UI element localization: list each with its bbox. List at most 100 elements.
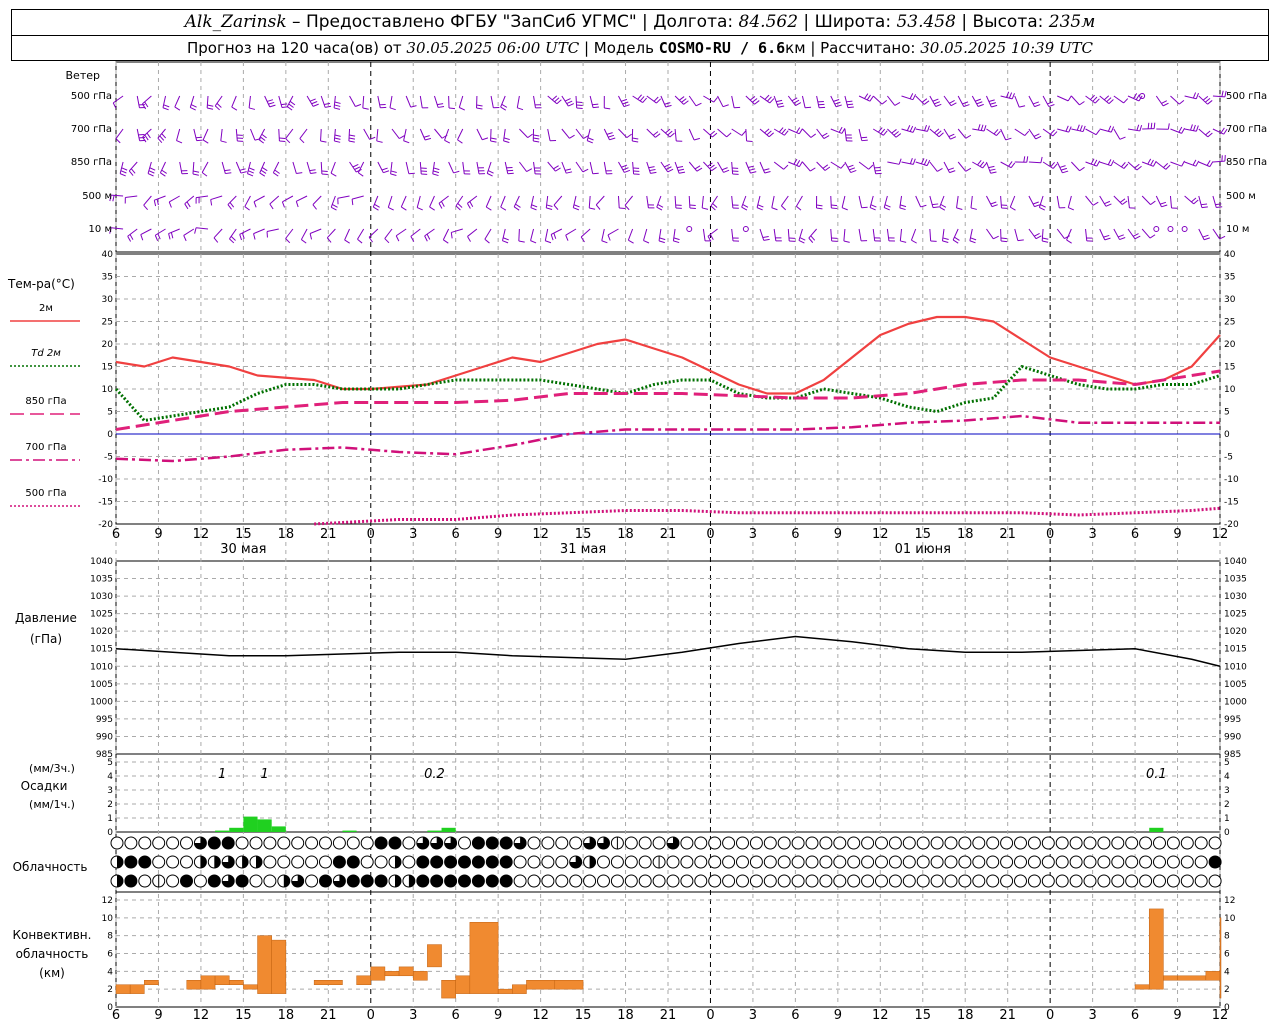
wind-barb-feather	[1019, 105, 1026, 108]
wind-barb-feather	[1034, 104, 1041, 108]
wind-barb	[1212, 160, 1225, 163]
wind-barb	[707, 228, 718, 237]
cloud-symbol	[499, 836, 513, 850]
wind-barb-feather	[183, 235, 187, 242]
wind-barb-feather	[656, 98, 662, 104]
wind-barb-feather	[831, 204, 838, 207]
wind-barb	[410, 228, 421, 237]
wind-barb	[929, 195, 934, 208]
wind-barb-feather	[642, 97, 648, 103]
wind-barb-feather	[162, 107, 169, 111]
wind-barb-feather	[1221, 90, 1224, 97]
wind-barb	[1028, 95, 1035, 107]
wind-barb-feather	[1191, 197, 1197, 203]
cloud-symbol	[916, 874, 930, 888]
wind-barb	[285, 128, 294, 139]
cloud-symbol	[930, 874, 944, 888]
wind-barb-feather	[443, 239, 449, 244]
wind-barb-feather	[401, 206, 407, 211]
cloud-symbol	[708, 874, 722, 888]
wind-barb	[943, 95, 952, 106]
wind-barb-feather	[144, 101, 149, 108]
wind-barb	[1085, 228, 1088, 241]
conv-y-tick: 0	[107, 1003, 113, 1013]
wind-barb	[202, 128, 209, 141]
conv-title-1: Конвективн.	[13, 928, 92, 942]
wind-barb	[387, 195, 393, 208]
wind-barb	[285, 228, 294, 239]
time-tick-label: 18	[957, 527, 974, 542]
precip-bar	[427, 830, 442, 832]
wind-barb	[688, 161, 698, 172]
time-tick-label: 0	[367, 1008, 375, 1023]
wind-barb-feather	[1117, 234, 1124, 238]
wind-barb-feather	[713, 97, 718, 103]
wind-barb	[565, 228, 577, 236]
wind-barb-feather	[621, 98, 628, 102]
wind-barb-feather	[388, 206, 394, 211]
cloud-symbol	[1055, 874, 1069, 888]
precip-bar	[441, 827, 456, 832]
wind-barb	[299, 128, 308, 139]
cloud-symbol	[555, 855, 569, 869]
wind-barb-feather	[595, 204, 601, 210]
wind-barb	[561, 161, 567, 174]
wind-barb-feather	[310, 172, 317, 175]
conv-y-tick: 10	[102, 914, 114, 924]
wind-barb-feather	[438, 202, 443, 209]
wind-barb-feather	[769, 98, 775, 104]
wind-barb-feather	[309, 233, 313, 240]
wind-barb-feather	[678, 168, 685, 171]
wind-barb-feather	[527, 133, 533, 139]
wind-barb	[467, 228, 478, 237]
cloud-symbol	[875, 836, 888, 850]
wind-barb	[956, 195, 959, 208]
wind-barb-feather	[457, 139, 463, 144]
cloud-symbol	[305, 836, 319, 850]
cloud-symbol	[207, 874, 221, 888]
cloud-symbol	[638, 874, 652, 888]
wind-barb-feather	[658, 240, 665, 244]
wind-barb-feather	[1163, 162, 1169, 168]
wind-barb-feather	[566, 171, 573, 174]
cloud-symbol	[1069, 855, 1083, 869]
wind-barb-feather	[587, 137, 594, 141]
wind-barb	[140, 228, 152, 236]
wind-barb-feather	[632, 140, 639, 143]
wind-barb-feather	[248, 107, 256, 110]
wind-barb-feather	[553, 165, 559, 170]
pressure-y-tick: 990	[96, 732, 113, 742]
wind-barb-feather	[476, 104, 483, 107]
wind-barb-feather	[261, 167, 268, 172]
wind-barb	[1056, 195, 1060, 208]
wind-barb-feather	[909, 125, 914, 132]
wind-barb-feather	[924, 124, 927, 131]
wind-barb-feather	[695, 102, 702, 107]
wind-barb-feather	[267, 99, 274, 102]
cloud-symbol	[346, 874, 360, 888]
wind-barb-feather	[754, 100, 760, 105]
wind-barb	[1071, 95, 1080, 106]
wind-barb-feather	[1161, 204, 1168, 208]
pressure-y-tick: 1025	[90, 610, 113, 620]
wind-barb-feather	[312, 204, 317, 210]
wind-barb-feather	[657, 203, 664, 208]
temp-y-tick: 5	[107, 408, 113, 418]
wind-barb-feather	[991, 204, 998, 208]
wind-barb	[858, 161, 869, 170]
wind-barb	[424, 228, 435, 237]
wind-barb-feather	[161, 133, 167, 139]
convective-bar	[1219, 917, 1222, 999]
cloud-symbol	[124, 855, 138, 869]
conv-y-tick-right: 6	[1224, 950, 1230, 960]
wind-barb-feather	[1005, 137, 1012, 141]
wind-barb-feather	[847, 106, 854, 109]
wind-barb-feather	[781, 128, 787, 135]
wind-barb-feather	[148, 170, 155, 174]
wind-barb-feather	[230, 236, 236, 241]
wind-barb	[196, 195, 209, 199]
cloud-symbol	[1166, 855, 1180, 869]
wind-barb-feather	[261, 133, 267, 139]
convective-bar	[398, 966, 414, 977]
wind-barb-feather	[689, 204, 696, 207]
